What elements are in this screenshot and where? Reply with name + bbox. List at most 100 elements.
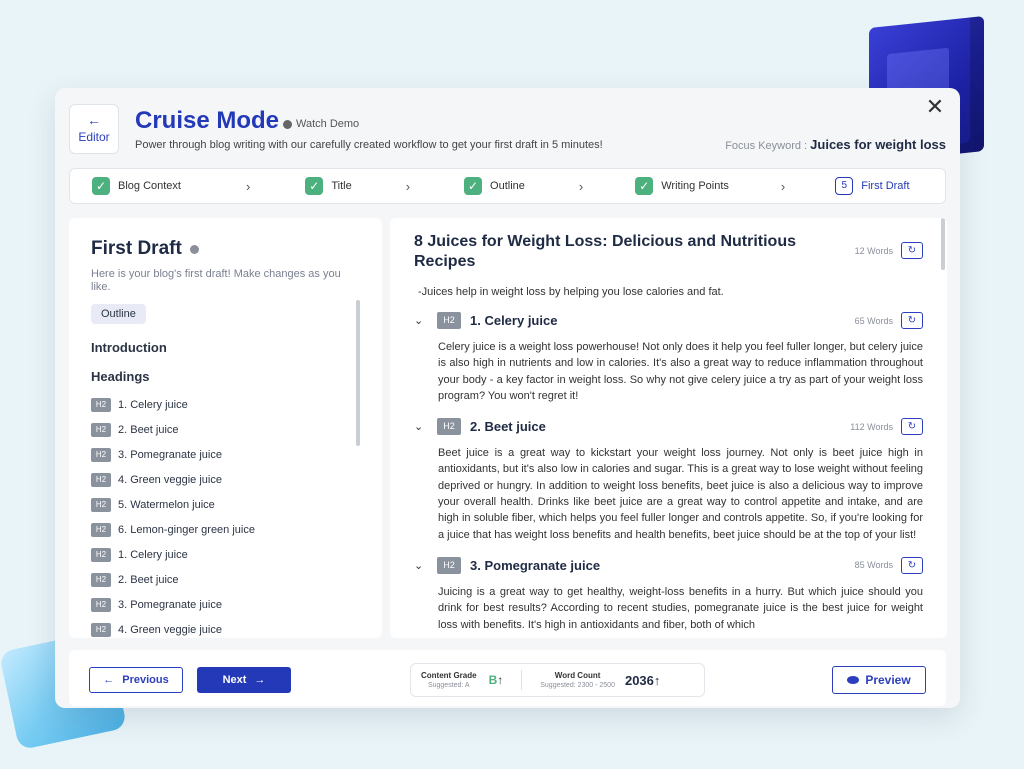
chevron-right-icon: › xyxy=(578,178,584,194)
chevron-right-icon: › xyxy=(245,178,251,194)
preview-label: Preview xyxy=(865,673,911,687)
step-title[interactable]: ✓ Title xyxy=(305,177,352,195)
h2-tag: H2 xyxy=(91,397,111,412)
outline-panel: First Draft Here is your blog's first dr… xyxy=(69,218,382,638)
editor-label: Editor xyxy=(78,130,110,144)
section-title[interactable]: 2. Beet juice xyxy=(470,419,546,434)
h2-tag: H2 xyxy=(437,312,461,329)
h2-tag: H2 xyxy=(91,422,111,437)
refresh-icon[interactable]: ↻ xyxy=(901,418,923,436)
word-count-label: 65 Words xyxy=(854,315,893,326)
list-item[interactable]: H2 5. Watermelon juice xyxy=(91,492,360,517)
draft-title-row: 8 Juices for Weight Loss: Delicious and … xyxy=(414,232,923,272)
h2-tag: H2 xyxy=(91,447,111,462)
step-progress-bar: ✓ Blog Context › ✓ Title › ✓ Outline › ✓… xyxy=(69,168,946,204)
step-outline[interactable]: ✓ Outline xyxy=(464,177,525,195)
section-title[interactable]: 1. Celery juice xyxy=(470,313,557,328)
eye-icon xyxy=(847,676,860,684)
word-count: 12 Words ↻ xyxy=(855,242,923,259)
watch-demo-link[interactable]: Watch Demo xyxy=(283,118,359,130)
h2-tag: H2 xyxy=(437,556,461,574)
check-icon: ✓ xyxy=(464,177,483,195)
list-item[interactable]: H2 2. Beet juice xyxy=(91,417,360,442)
footer-bar: ← Previous Next → Content Grade Suggeste… xyxy=(69,650,946,706)
h2-tag: H2 xyxy=(91,522,111,537)
content-metrics: Content Grade Suggested: A B↑ Word Count… xyxy=(410,663,705,697)
list-item-label: 1. Celery juice xyxy=(118,548,188,561)
refresh-icon[interactable]: ↻ xyxy=(901,312,923,329)
arrow-up-icon: ↑ xyxy=(653,672,661,688)
step-first-draft[interactable]: 5 First Draft xyxy=(835,177,910,195)
outline-chip[interactable]: Outline xyxy=(91,304,146,324)
preview-button[interactable]: Preview xyxy=(832,666,926,694)
info-icon[interactable] xyxy=(189,244,199,254)
draft-section: ⌄ H2 1. Celery juice 65 Words ↻ Celery j… xyxy=(414,312,923,404)
list-item-label: 1. Celery juice xyxy=(118,398,188,411)
panel-title-text: First Draft xyxy=(91,238,182,259)
step-label: Title xyxy=(331,180,352,192)
word-count-value: 2036↑ xyxy=(625,673,660,688)
draft-title[interactable]: 8 Juices for Weight Loss: Delicious and … xyxy=(414,232,834,272)
section-body[interactable]: Beet juice is a great way to kickstart y… xyxy=(438,445,923,543)
list-item[interactable]: H2 3. Pomegranate juice xyxy=(91,442,360,467)
list-item[interactable]: H2 6. Lemon-ginger green juice xyxy=(91,517,360,542)
panel-title: First Draft xyxy=(91,238,360,260)
content-grade-label: Content Grade xyxy=(421,671,477,680)
chevron-down-icon[interactable]: ⌄ xyxy=(414,420,426,433)
list-item[interactable]: H2 1. Celery juice xyxy=(91,392,360,417)
step-label: First Draft xyxy=(861,180,910,192)
section-header: ⌄ H2 2. Beet juice 112 Words ↻ xyxy=(414,418,923,436)
play-icon xyxy=(283,119,292,129)
arrow-up-icon: ↑ xyxy=(497,673,504,687)
check-icon: ✓ xyxy=(305,177,324,195)
check-icon: ✓ xyxy=(92,177,110,195)
close-icon[interactable]: ✕ xyxy=(924,96,946,118)
focus-keyword: Focus Keyword : Juices for weight loss xyxy=(725,137,946,152)
list-item-label: 3. Pomegranate juice xyxy=(118,598,222,611)
scrollbar[interactable] xyxy=(356,300,360,446)
section-title[interactable]: 3. Pomegranate juice xyxy=(470,558,600,573)
list-item[interactable]: H2 2. Beet juice xyxy=(91,567,360,592)
word-count-number: 2036 xyxy=(624,672,654,688)
section-body[interactable]: Celery juice is a weight loss powerhouse… xyxy=(438,339,923,404)
focus-keyword-value: Juices for weight loss xyxy=(810,137,946,152)
chevron-down-icon[interactable]: ⌄ xyxy=(414,559,426,572)
chevron-down-icon[interactable]: ⌄ xyxy=(414,314,426,327)
list-item-label: 4. Green veggie juice xyxy=(118,473,222,486)
page-title: Cruise Mode xyxy=(135,107,280,134)
draft-intro[interactable]: -Juices help in weight loss by helping y… xyxy=(418,286,923,298)
list-item[interactable]: H2 1. Celery juice xyxy=(91,542,360,567)
check-icon: ✓ xyxy=(635,177,654,195)
scrollbar[interactable] xyxy=(941,218,945,270)
h2-tag: H2 xyxy=(91,597,111,612)
word-count-label: 85 Words xyxy=(854,560,893,571)
word-count-title: Word Count xyxy=(554,671,601,680)
list-item-label: 6. Lemon-ginger green juice xyxy=(118,523,255,536)
list-item[interactable]: H2 4. Green veggie juice xyxy=(91,467,360,492)
previous-button[interactable]: ← Previous xyxy=(89,667,183,693)
chevron-right-icon: › xyxy=(780,178,786,194)
section-body[interactable]: Juicing is a great way to get healthy, w… xyxy=(438,584,923,633)
previous-label: Previous xyxy=(122,674,169,686)
chevron-right-icon: › xyxy=(405,178,411,194)
next-button[interactable]: Next → xyxy=(197,667,291,693)
draft-section: ⌄ H2 2. Beet juice 112 Words ↻ Beet juic… xyxy=(414,418,923,543)
content-grade-label-group: Content Grade Suggested: A xyxy=(421,671,477,689)
step-blog-context[interactable]: ✓ Blog Context xyxy=(92,177,181,195)
h2-tag: H2 xyxy=(91,622,111,637)
list-item[interactable]: H2 4. Green veggie juice xyxy=(91,617,360,638)
step-writing-points[interactable]: ✓ Writing Points xyxy=(635,177,729,195)
headings-list: H2 1. Celery juice H2 2. Beet juice H2 3. P… xyxy=(91,392,360,638)
list-item[interactable]: H2 3. Pomegranate juice xyxy=(91,592,360,617)
refresh-icon[interactable]: ↻ xyxy=(901,556,923,574)
back-to-editor-button[interactable]: ← Editor xyxy=(69,104,119,154)
introduction-link[interactable]: Introduction xyxy=(91,340,360,355)
cruise-mode-modal: ✕ ← Editor Cruise Mode Watch Demo Power … xyxy=(55,88,960,708)
step-label: Writing Points xyxy=(661,180,729,192)
draft-editor-panel: 8 Juices for Weight Loss: Delicious and … xyxy=(390,218,947,638)
content-grade-suggested: Suggested: A xyxy=(427,682,470,689)
refresh-icon[interactable]: ↻ xyxy=(901,242,923,259)
list-item-label: 5. Watermelon juice xyxy=(118,498,215,511)
h2-tag: H2 xyxy=(437,418,461,436)
divider xyxy=(521,670,523,690)
